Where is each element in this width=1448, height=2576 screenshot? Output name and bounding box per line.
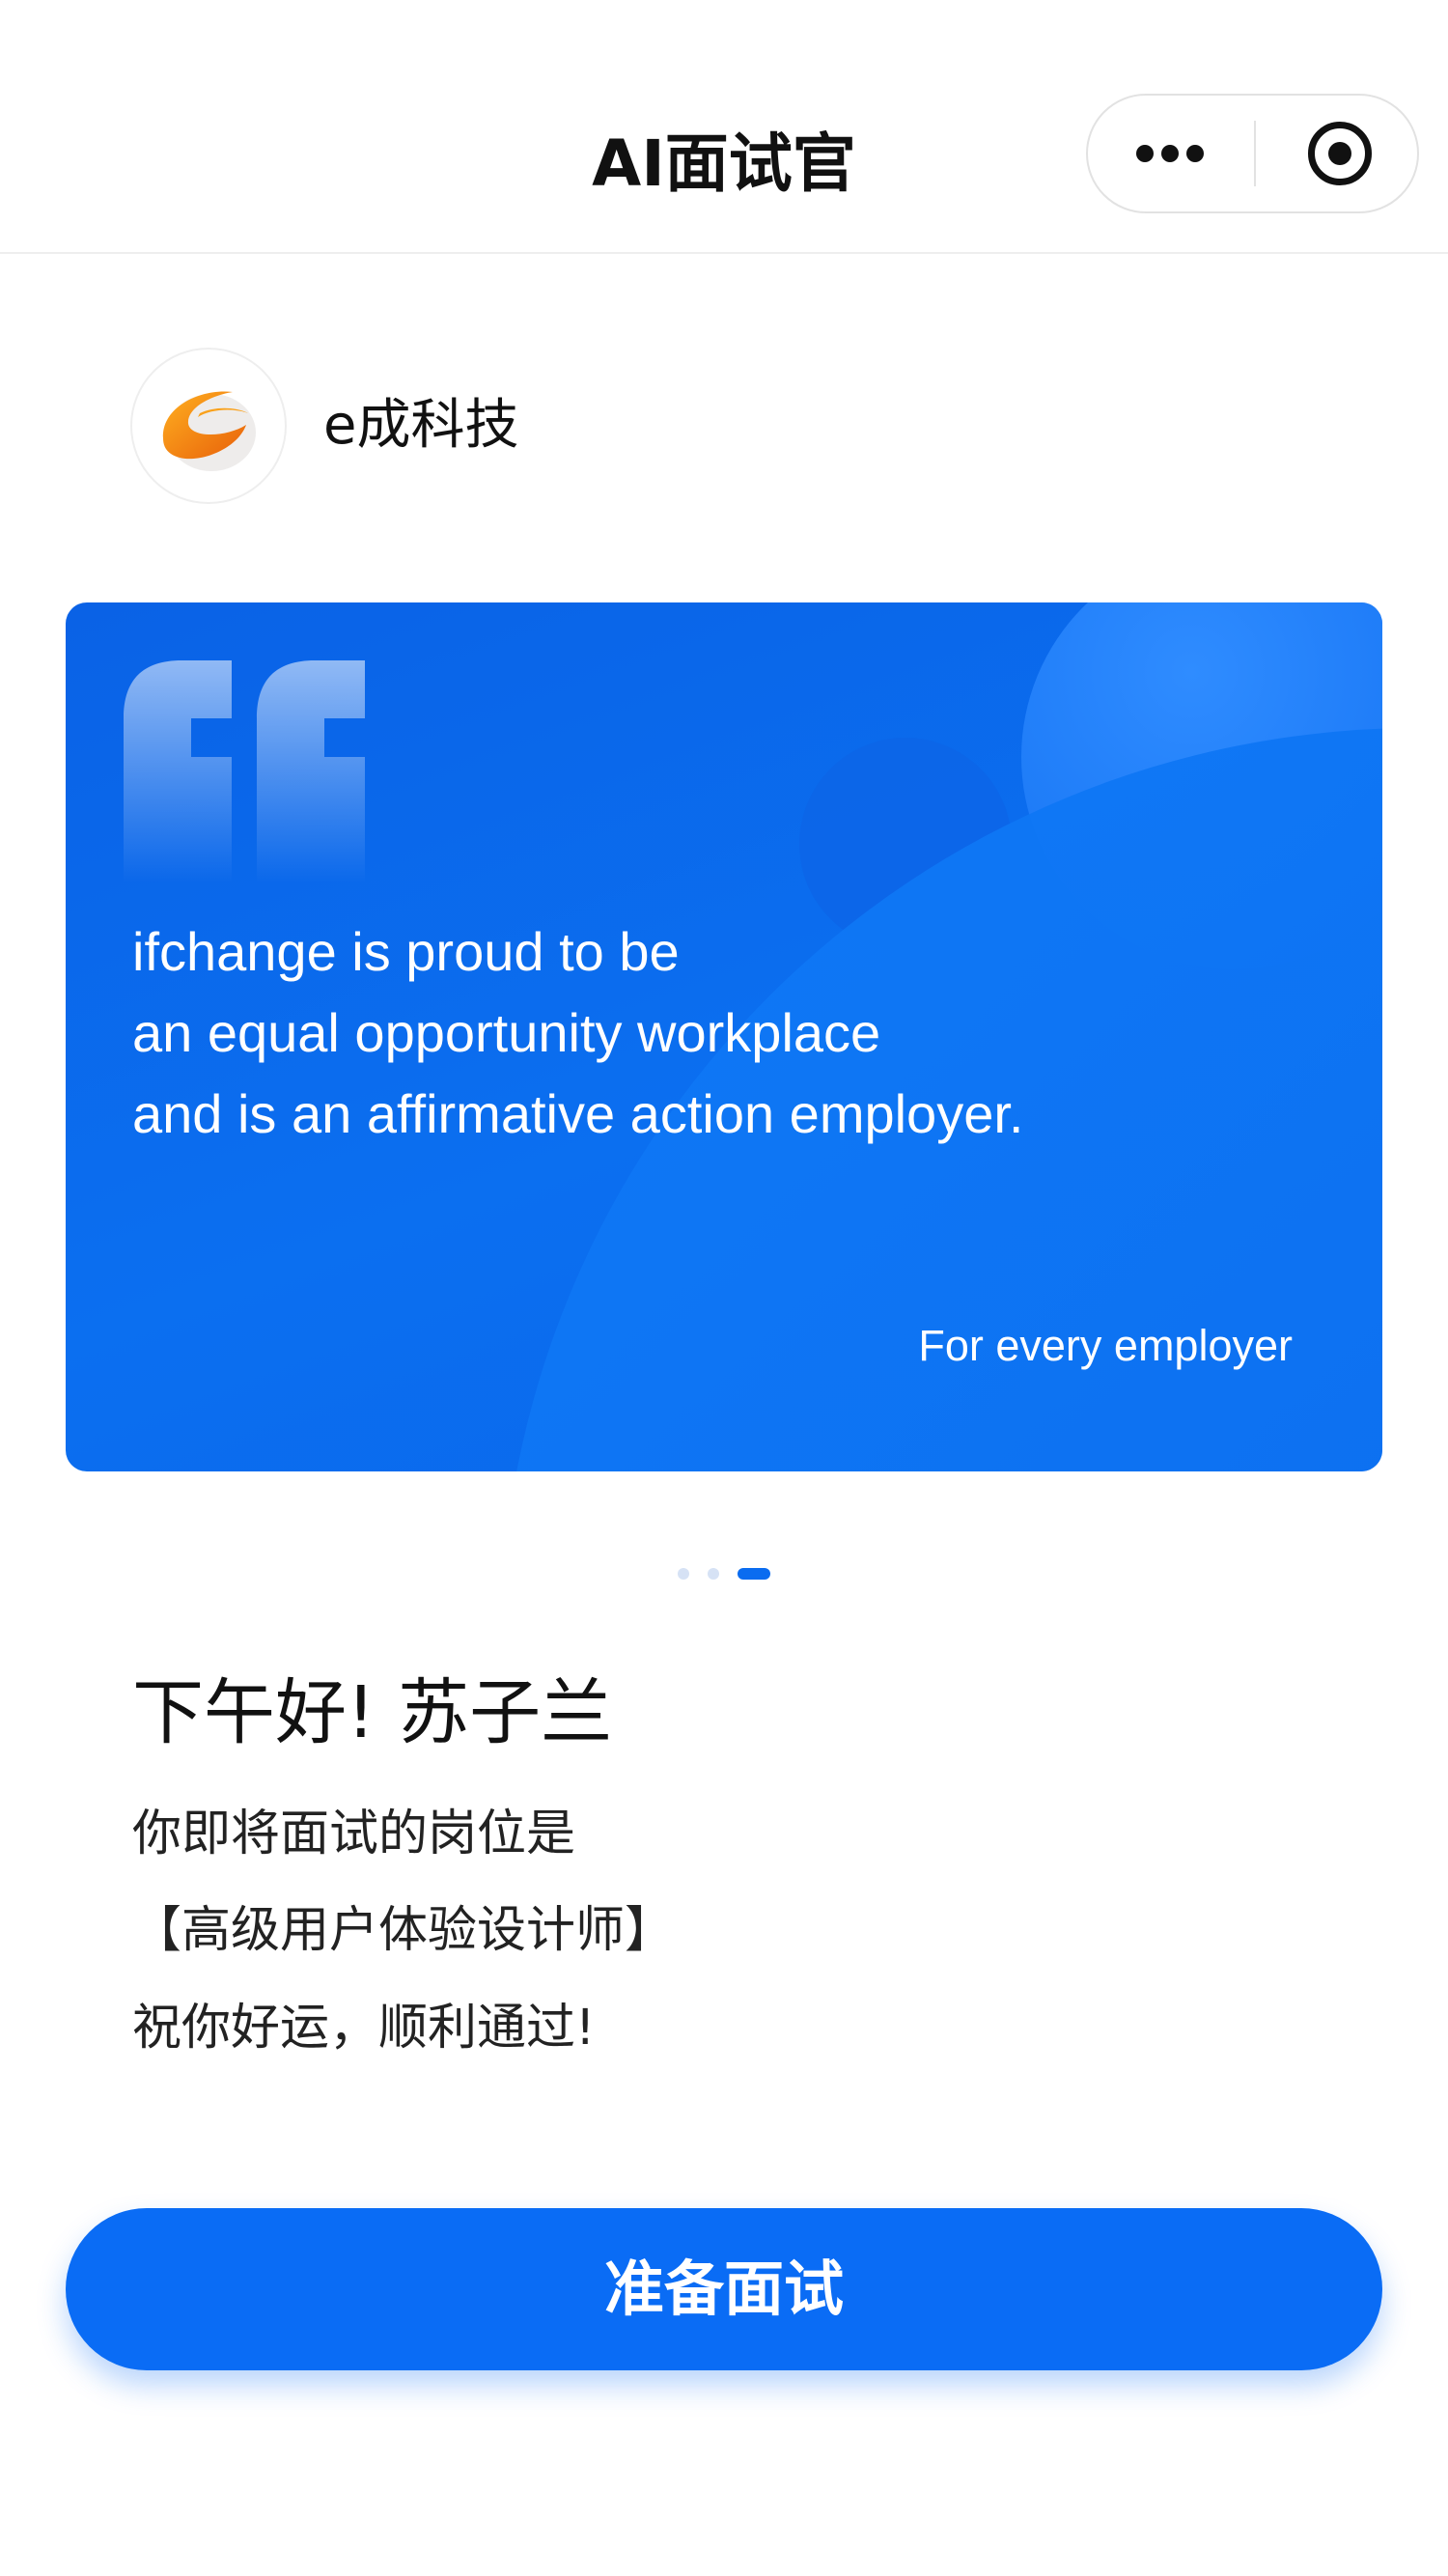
banner-quote-line: an equal opportunity workplace (132, 1002, 881, 1063)
carousel-dot[interactable] (708, 1568, 719, 1580)
more-dots-icon (1186, 145, 1204, 162)
interview-message-line: 祝你好运，顺利通过! (132, 2000, 596, 2057)
more-dots-icon (1136, 145, 1154, 162)
echeng-logo-icon (130, 348, 287, 504)
echeng-logo-graphic (162, 391, 256, 471)
greeting-title: 下午好! 苏子兰 (132, 1671, 613, 1754)
close-mini-program-button[interactable] (1260, 96, 1419, 211)
mini-program-capsule (1086, 94, 1419, 213)
banner-quote-line: ifchange is proud to be (132, 921, 680, 982)
carousel-indicator (0, 1566, 1448, 1582)
more-menu-button[interactable] (1088, 96, 1252, 211)
navigation-bar: AI面试官 (0, 0, 1448, 254)
close-target-icon-center (1328, 142, 1351, 165)
carousel-dot-active[interactable] (738, 1568, 770, 1580)
company-name: e成科技 (323, 394, 519, 457)
banner-quote: ifchange is proud to be an equal opportu… (132, 911, 1329, 1155)
capsule-divider (1254, 121, 1256, 186)
interview-position: 【高级用户体验设计师】 (132, 1902, 675, 1959)
interview-message-line: 你即将面试的岗位是 (132, 1806, 576, 1862)
quote-mark-icon (124, 660, 365, 882)
banner-quote-line: and is an affirmative action employer. (132, 1083, 1024, 1144)
carousel-dot[interactable] (678, 1568, 689, 1580)
more-dots-icon (1161, 145, 1179, 162)
banner-carousel-card[interactable]: ifchange is proud to be an equal opportu… (66, 602, 1382, 1471)
prepare-interview-button[interactable]: 准备面试 (66, 2208, 1382, 2370)
banner-tagline: For every employer (918, 1321, 1293, 1370)
